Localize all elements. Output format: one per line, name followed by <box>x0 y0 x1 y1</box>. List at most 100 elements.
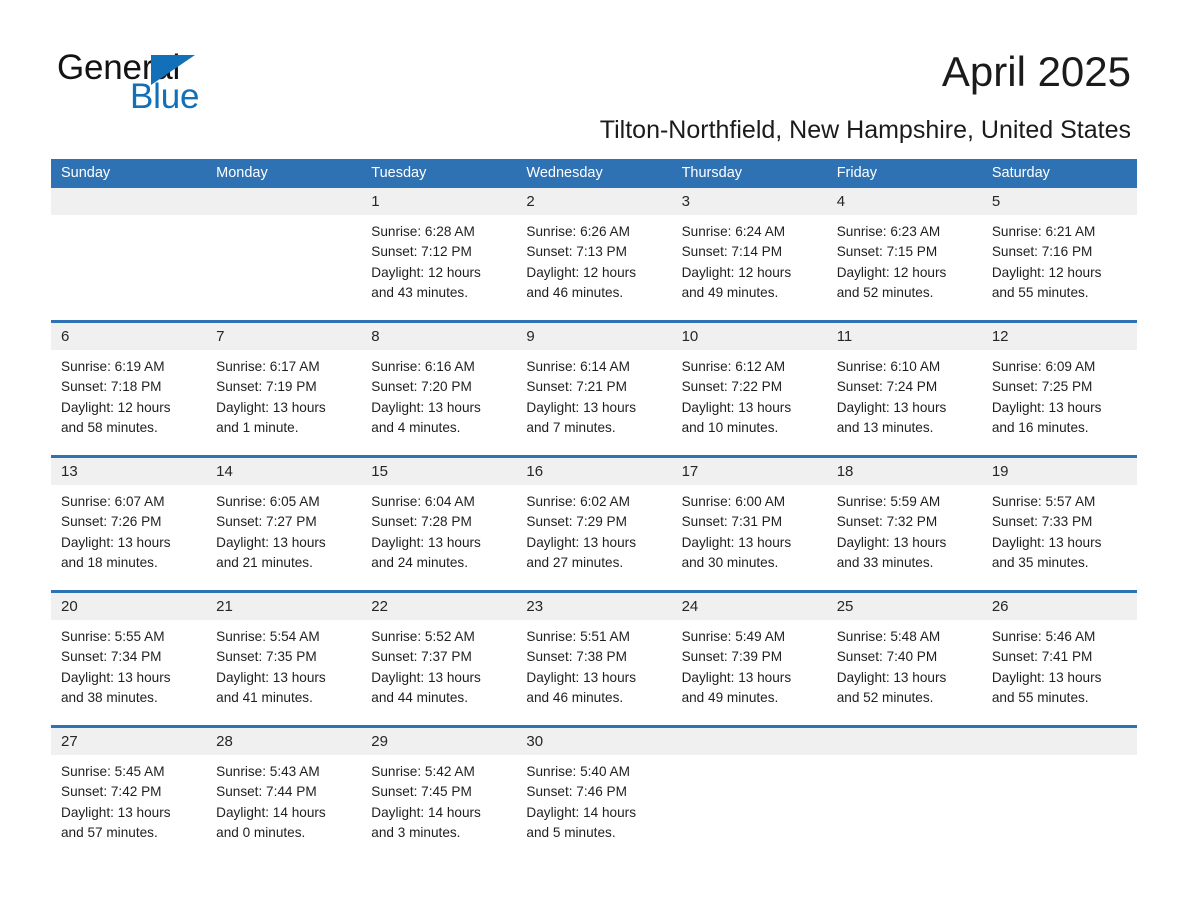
calendar-day-cell[interactable]: 13 Sunrise: 6:07 AM Sunset: 7:26 PM Dayligh… <box>51 458 207 590</box>
day-number: 28 <box>206 728 362 755</box>
calendar-day-cell[interactable]: 17 Sunrise: 6:00 AM Sunset: 7:31 PM Dayligh… <box>671 458 827 590</box>
daylight-text-line1: Daylight: 12 hours <box>526 264 636 280</box>
day-details: Sunrise: 6:04 AM Sunset: 7:28 PM Daylight:… <box>361 485 516 573</box>
day-number: 24 <box>671 593 827 620</box>
daylight-text-line1: Daylight: 13 hours <box>371 399 481 415</box>
daylight-text-line2: and 43 minutes. <box>371 284 469 300</box>
calendar-day-cell[interactable]: 6 Sunrise: 6:19 AM Sunset: 7:18 PM Daylight… <box>51 323 207 455</box>
day-number <box>206 188 362 215</box>
calendar-day-cell[interactable]: 16 Sunrise: 6:02 AM Sunset: 7:29 PM Dayligh… <box>516 458 672 590</box>
calendar-day-cell[interactable]: 5 Sunrise: 6:21 AM Sunset: 7:16 PM Daylight… <box>981 188 1137 320</box>
sunset-text: Sunset: 7:40 PM <box>836 649 938 665</box>
calendar-week-row: 1 Sunrise: 6:28 AM Sunset: 7:12 PM Daylight… <box>51 188 1137 320</box>
location-subtitle: Tilton-Northfield, New Hampshire, United… <box>599 116 1131 144</box>
day-number: 4 <box>826 188 982 215</box>
daylight-text-line2: and 10 minutes. <box>681 419 779 435</box>
sunrise-text: Sunrise: 5:59 AM <box>836 494 941 509</box>
page-masthead: General Blue April 2025 Tilton-Northfiel… <box>0 0 1188 144</box>
calendar-day-cell[interactable]: 2 Sunrise: 6:26 AM Sunset: 7:13 PM Daylight… <box>516 188 672 320</box>
sunrise-text: Sunrise: 5:57 AM <box>991 494 1096 509</box>
daylight-text-line2: and 27 minutes. <box>526 554 624 570</box>
sunrise-text: Sunrise: 6:17 AM <box>216 359 320 374</box>
day-details: Sunrise: 5:48 AM Sunset: 7:40 PM Daylight:… <box>827 620 982 708</box>
day-details: Sunrise: 5:45 AM Sunset: 7:42 PM Daylight:… <box>51 755 206 843</box>
daylight-text-line1: Daylight: 14 hours <box>371 804 481 820</box>
calendar-day-cell[interactable]: 27 Sunrise: 5:45 AM Sunset: 7:42 PM Dayligh… <box>51 728 207 860</box>
sunrise-text: Sunrise: 6:19 AM <box>61 359 165 374</box>
sunrise-text: Sunrise: 5:43 AM <box>216 764 320 779</box>
day-details: Sunrise: 5:52 AM Sunset: 7:37 PM Daylight:… <box>361 620 516 708</box>
sunset-text: Sunset: 7:20 PM <box>371 379 472 395</box>
sunrise-text: Sunrise: 5:52 AM <box>371 629 475 644</box>
calendar-day-cell[interactable]: 28 Sunrise: 5:43 AM Sunset: 7:44 PM Dayligh… <box>206 728 362 860</box>
sunset-text: Sunset: 7:19 PM <box>216 379 317 395</box>
weekday-header-tuesday: Tuesday <box>371 165 427 181</box>
calendar-day-cell[interactable]: 23 Sunrise: 5:51 AM Sunset: 7:38 PM Dayligh… <box>516 593 672 725</box>
day-details: Sunrise: 5:46 AM Sunset: 7:41 PM Daylight:… <box>982 620 1137 708</box>
sunrise-text: Sunrise: 5:48 AM <box>836 629 941 644</box>
sunrise-text: Sunrise: 5:46 AM <box>991 629 1096 644</box>
calendar-day-cell[interactable]: 1 Sunrise: 6:28 AM Sunset: 7:12 PM Daylight… <box>361 188 517 320</box>
calendar-day-cell[interactable]: 15 Sunrise: 6:04 AM Sunset: 7:28 PM Dayligh… <box>361 458 517 590</box>
day-number: 6 <box>51 323 207 350</box>
calendar-table: Sunday Monday Tuesday Wednesday Thursday… <box>51 159 1137 860</box>
calendar-day-cell[interactable]: 4 Sunrise: 6:23 AM Sunset: 7:15 PM Daylight… <box>826 188 982 320</box>
calendar-day-cell[interactable]: 21 Sunrise: 5:54 AM Sunset: 7:35 PM Dayligh… <box>206 593 362 725</box>
general-blue-logo: General Blue <box>57 48 257 116</box>
day-number: 23 <box>516 593 672 620</box>
daylight-text-line2: and 5 minutes. <box>526 824 616 840</box>
calendar-day-cell[interactable]: 12 Sunrise: 6:09 AM Sunset: 7:25 PM Dayligh… <box>981 323 1137 455</box>
daylight-text-line1: Daylight: 13 hours <box>61 534 171 550</box>
calendar-week-row: 13 Sunrise: 6:07 AM Sunset: 7:26 PM Dayligh… <box>51 455 1137 590</box>
daylight-text-line2: and 49 minutes. <box>681 689 779 705</box>
daylight-text-line1: Daylight: 13 hours <box>836 399 947 415</box>
sunset-text: Sunset: 7:32 PM <box>836 514 938 530</box>
sunset-text: Sunset: 7:25 PM <box>991 379 1093 395</box>
day-details: Sunrise: 6:12 AM Sunset: 7:22 PM Daylight:… <box>672 350 827 438</box>
sunset-text: Sunset: 7:24 PM <box>836 379 938 395</box>
calendar-day-cell[interactable]: 9 Sunrise: 6:14 AM Sunset: 7:21 PM Daylight… <box>516 323 672 455</box>
day-number <box>826 728 982 755</box>
calendar-day-cell[interactable]: 30 Sunrise: 5:40 AM Sunset: 7:46 PM Dayligh… <box>516 728 672 860</box>
day-details: Sunrise: 6:24 AM Sunset: 7:14 PM Daylight:… <box>672 215 827 303</box>
day-number <box>981 728 1137 755</box>
calendar-day-cell[interactable]: 25 Sunrise: 5:48 AM Sunset: 7:40 PM Dayligh… <box>826 593 982 725</box>
calendar-week-row: 6 Sunrise: 6:19 AM Sunset: 7:18 PM Daylight… <box>51 320 1137 455</box>
sunrise-text: Sunrise: 6:24 AM <box>681 224 786 239</box>
calendar-day-cell[interactable]: 24 Sunrise: 5:49 AM Sunset: 7:39 PM Dayligh… <box>671 593 827 725</box>
calendar-day-cell[interactable]: 20 Sunrise: 5:55 AM Sunset: 7:34 PM Dayligh… <box>51 593 207 725</box>
calendar-day-cell[interactable]: 11 Sunrise: 6:10 AM Sunset: 7:24 PM Dayligh… <box>826 323 982 455</box>
calendar-day-cell[interactable]: 19 Sunrise: 5:57 AM Sunset: 7:33 PM Dayligh… <box>981 458 1137 590</box>
sunset-text: Sunset: 7:15 PM <box>836 244 938 260</box>
daylight-text-line2: and 41 minutes. <box>216 689 313 705</box>
calendar-day-cell[interactable]: 14 Sunrise: 6:05 AM Sunset: 7:27 PM Dayligh… <box>206 458 362 590</box>
sunrise-text: Sunrise: 6:28 AM <box>371 224 475 239</box>
calendar-day-cell[interactable]: 26 Sunrise: 5:46 AM Sunset: 7:41 PM Dayligh… <box>981 593 1137 725</box>
sunrise-text: Sunrise: 5:51 AM <box>526 629 630 644</box>
daylight-text-line1: Daylight: 13 hours <box>526 669 636 685</box>
calendar-day-cell[interactable]: 22 Sunrise: 5:52 AM Sunset: 7:37 PM Dayligh… <box>361 593 517 725</box>
day-number: 20 <box>51 593 207 620</box>
day-number: 30 <box>516 728 672 755</box>
sunrise-text: Sunrise: 6:00 AM <box>681 494 786 509</box>
calendar-day-cell[interactable]: 18 Sunrise: 5:59 AM Sunset: 7:32 PM Dayligh… <box>826 458 982 590</box>
sunrise-text: Sunrise: 5:54 AM <box>216 629 320 644</box>
daylight-text-line1: Daylight: 13 hours <box>991 534 1102 550</box>
daylight-text-line2: and 1 minute. <box>216 419 299 435</box>
daylight-text-line2: and 55 minutes. <box>991 284 1089 300</box>
sunset-text: Sunset: 7:14 PM <box>681 244 783 260</box>
sunrise-text: Sunrise: 6:04 AM <box>371 494 475 509</box>
calendar-day-cell[interactable]: 7 Sunrise: 6:17 AM Sunset: 7:19 PM Daylight… <box>206 323 362 455</box>
daylight-text-line2: and 30 minutes. <box>681 554 779 570</box>
calendar-day-cell[interactable]: 3 Sunrise: 6:24 AM Sunset: 7:14 PM Daylight… <box>671 188 827 320</box>
weekday-header-thursday: Thursday <box>681 165 743 181</box>
calendar-day-cell[interactable]: 10 Sunrise: 6:12 AM Sunset: 7:22 PM Dayligh… <box>671 323 827 455</box>
daylight-text-line2: and 44 minutes. <box>371 689 469 705</box>
day-details: Sunrise: 5:54 AM Sunset: 7:35 PM Daylight:… <box>206 620 361 708</box>
calendar-day-cell[interactable]: 29 Sunrise: 5:42 AM Sunset: 7:45 PM Dayligh… <box>361 728 517 860</box>
daylight-text-line2: and 58 minutes. <box>61 419 158 435</box>
daylight-text-line2: and 49 minutes. <box>681 284 779 300</box>
daylight-text-line2: and 4 minutes. <box>371 419 461 435</box>
calendar-day-cell[interactable]: 8 Sunrise: 6:16 AM Sunset: 7:20 PM Daylight… <box>361 323 517 455</box>
day-number: 11 <box>826 323 982 350</box>
